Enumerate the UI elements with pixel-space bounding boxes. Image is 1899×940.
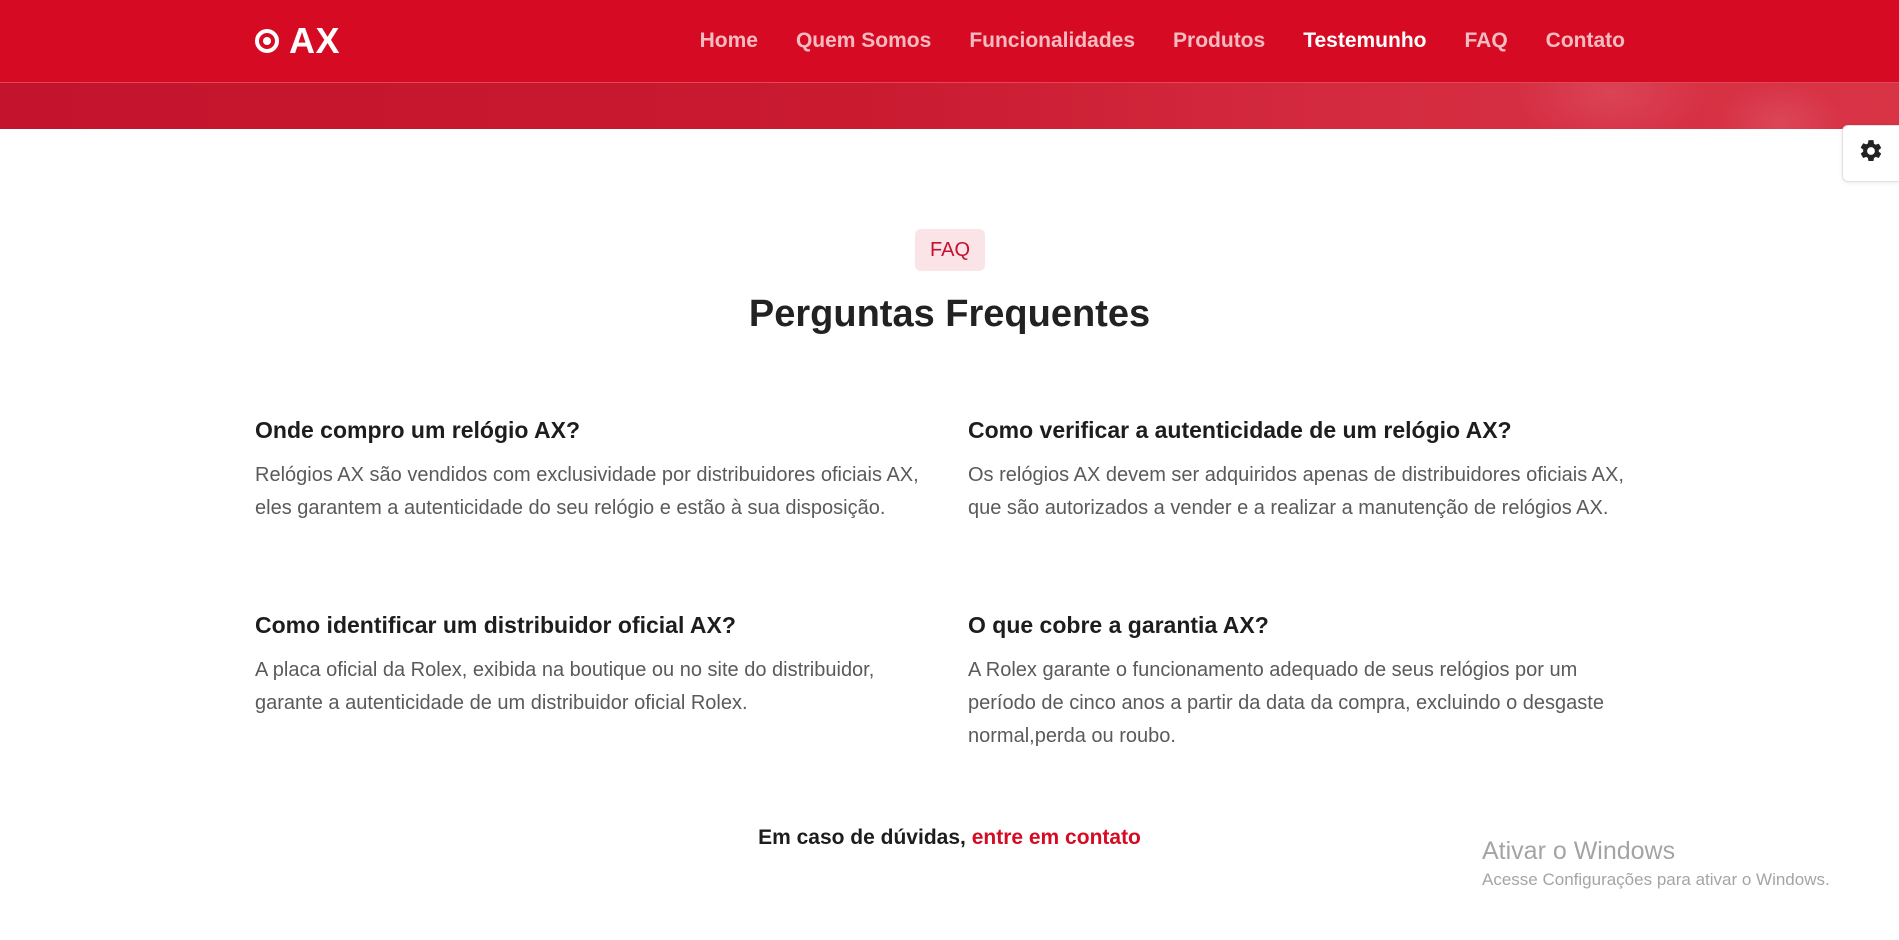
nav-link-testemunho[interactable]: Testemunho: [1303, 26, 1426, 56]
nav-link-funcionalidades[interactable]: Funcionalidades: [969, 26, 1135, 56]
logo-text: AX: [289, 20, 341, 61]
nav-link-contato[interactable]: Contato: [1546, 26, 1625, 56]
faq-item: Onde compro um relógio AX? Relógios AX s…: [255, 415, 935, 525]
faq-item: Como identificar um distribuidor oficial…: [255, 610, 935, 720]
faq-question: O que cobre a garantia AX?: [968, 612, 1269, 638]
faq-answer: Os relógios AX devem ser adquiridos apen…: [968, 464, 1624, 519]
nav-link-faq[interactable]: FAQ: [1465, 26, 1508, 56]
watermark-title: Ativar o Windows: [1482, 837, 1676, 865]
faq-answer: A Rolex garante o funcionamento adequado…: [968, 659, 1604, 747]
hero-background-strip: [0, 83, 1899, 129]
faq-question: Como verificar a autenticidade de um rel…: [968, 417, 1512, 443]
faq-item: Como verificar a autenticidade de um rel…: [968, 415, 1648, 525]
section-title: Perguntas Frequentes: [748, 293, 1151, 335]
nav-link-quem-somos[interactable]: Quem Somos: [796, 26, 931, 56]
contact-link[interactable]: entre em contato: [972, 826, 1141, 849]
logo-target-icon: [255, 29, 279, 53]
faq-answer: Relógios AX são vendidos com exclusivida…: [255, 464, 919, 519]
logo-link[interactable]: AX: [255, 20, 340, 62]
faq-answer: A placa oficial da Rolex, exibida na bou…: [255, 659, 875, 714]
contact-prefix-text: Em caso de dúvidas,: [758, 826, 966, 849]
nav-link-produtos[interactable]: Produtos: [1173, 26, 1265, 56]
faq-question: Como identificar um distribuidor oficial…: [255, 612, 736, 638]
windows-activation-watermark: Ativar o Windows Acesse Configurações pa…: [1482, 835, 1830, 893]
main-nav: Home Quem Somos Funcionalidades Produtos…: [700, 26, 1625, 56]
faq-item: O que cobre a garantia AX? A Rolex garan…: [968, 610, 1648, 753]
faq-question: Onde compro um relógio AX?: [255, 417, 580, 443]
gear-icon: [1858, 138, 1884, 169]
settings-toggle-button[interactable]: [1842, 125, 1899, 182]
watermark-subtitle: Acesse Configurações para ativar o Windo…: [1482, 870, 1830, 889]
nav-link-home[interactable]: Home: [700, 26, 758, 56]
faq-badge: FAQ: [915, 229, 985, 271]
top-navbar: AX Home Quem Somos Funcionalidades Produ…: [0, 0, 1899, 83]
